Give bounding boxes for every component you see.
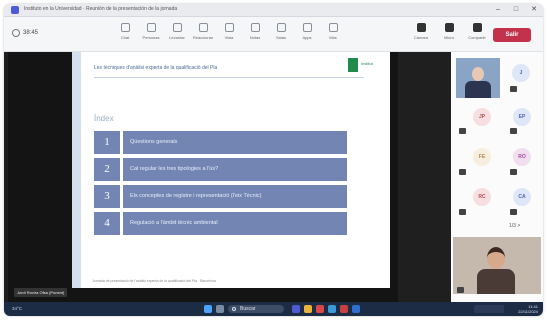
mail-icon[interactable] (316, 305, 324, 313)
rooms-icon (276, 23, 286, 32)
more-icon (328, 23, 338, 32)
teams-app-icon[interactable] (292, 305, 300, 313)
mic-off-icon (510, 86, 517, 92)
word-icon[interactable] (352, 305, 360, 313)
mic-off-icon (510, 209, 517, 215)
app-window: Instituto en la Universidad · Reunión de… (4, 4, 543, 316)
slide-footer: Jornada de presentació de l'anàlisi expe… (92, 279, 216, 283)
toc-number: 1 (94, 131, 120, 154)
toolbar-raise-hand-button[interactable]: Levantar (166, 23, 188, 47)
toc-label: Qüestions generals (123, 131, 347, 154)
taskbar-search[interactable]: Buscar (228, 305, 284, 313)
toc-number: 4 (94, 212, 120, 235)
camera-icon (416, 23, 426, 32)
participants-pager[interactable]: 1/3 > (509, 223, 520, 229)
toc-number: 2 (94, 158, 120, 181)
toolbar-chat-button[interactable]: Chat (114, 23, 136, 47)
mic-off-icon (459, 169, 466, 175)
mic-icon (444, 23, 454, 32)
presentation-slide: Les tècniques d'anàlisi experta de la qu… (72, 52, 390, 288)
taskbar-clock[interactable]: 11:41 22/11/2024 (512, 304, 538, 314)
start-icon[interactable] (204, 305, 212, 313)
window-title: Instituto en la Universidad · Reunión de… (24, 6, 178, 12)
self-video-tile[interactable] (453, 237, 541, 294)
mic-off-icon (510, 128, 517, 134)
institution-logo-icon (348, 58, 358, 72)
apps-icon (302, 23, 312, 32)
participant-avatar[interactable]: RO (513, 148, 531, 166)
task-view-icon[interactable] (216, 305, 224, 313)
minimize-button[interactable]: – (489, 4, 507, 16)
toolbar-react-button[interactable]: Reaccionar (192, 23, 214, 47)
toolbar-more-button[interactable]: Más (322, 23, 344, 47)
camera-button[interactable]: Cámara (410, 23, 432, 47)
participant-video-tile[interactable] (456, 58, 500, 98)
meeting-toolbar: 38:45 Chat Personas Levantar Reaccionar … (4, 17, 543, 52)
presenter-name-tag: Jordi Rovira Ofsa (Ponent) (14, 288, 68, 297)
chat-icon (120, 23, 130, 32)
participant-avatar[interactable]: JP (473, 108, 491, 126)
title-bar: Instituto en la Universidad · Reunión de… (4, 4, 543, 17)
person-body (465, 81, 491, 98)
person-head (487, 247, 505, 269)
toolbar-notes-button[interactable]: Notas (244, 23, 266, 47)
react-icon (198, 23, 208, 32)
toolbar-people-button[interactable]: Personas (140, 23, 162, 47)
raise-hand-icon (172, 23, 182, 32)
participants-panel: J JP EP FE RO RC CA 1/3 > (451, 52, 543, 302)
toolbar-view-button[interactable]: Vista (218, 23, 240, 47)
pdf-icon[interactable] (340, 305, 348, 313)
mic-button[interactable]: Micro (438, 23, 460, 47)
toc-label: Els conceptes de registre i representaci… (123, 185, 347, 208)
meeting-stage: Les tècniques d'anàlisi experta de la qu… (4, 52, 543, 302)
teams-logo-icon (11, 6, 19, 14)
person-head (472, 67, 484, 81)
participant-avatar[interactable]: RC (473, 188, 491, 206)
mic-off-icon (459, 209, 466, 215)
participant-avatar[interactable]: J (512, 64, 530, 82)
share-icon (472, 23, 482, 32)
mic-off-icon (459, 128, 466, 134)
meeting-timer: 38:45 (23, 30, 39, 36)
slide-title: Índex (94, 114, 114, 123)
toolbar-rooms-button[interactable]: Salas (270, 23, 292, 47)
close-window-button[interactable]: ✕ (525, 4, 543, 16)
weather-widget[interactable]: 34°C (12, 306, 22, 311)
slide-side-band (72, 52, 81, 288)
toolbar-apps-button[interactable]: Apps (296, 23, 318, 47)
participant-avatar[interactable]: EP (513, 108, 531, 126)
person-body (477, 269, 515, 294)
slide-header: Les tècniques d'anàlisi experta de la qu… (94, 65, 218, 71)
view-icon (224, 23, 234, 32)
mic-off-icon (510, 169, 517, 175)
shared-screen: Les tècniques d'anàlisi experta de la qu… (8, 52, 398, 302)
toc-label: Regulació a l'àmbit tècnic ambiental (123, 212, 347, 235)
maximize-button[interactable]: □ (507, 4, 525, 16)
folder-icon[interactable] (304, 305, 312, 313)
system-tray-icon[interactable] (474, 305, 504, 313)
participant-avatar[interactable]: FE (473, 148, 491, 166)
people-icon (146, 23, 156, 32)
participant-avatar[interactable]: CA (513, 188, 531, 206)
slide-divider (94, 77, 364, 78)
leave-button[interactable]: Salir (493, 28, 531, 42)
mic-off-icon (457, 287, 464, 293)
timer-icon (12, 29, 20, 37)
browser-icon[interactable] (328, 305, 336, 313)
search-icon (232, 307, 236, 311)
toc-number: 3 (94, 185, 120, 208)
logo-text: Institut (361, 61, 373, 66)
notes-icon (250, 23, 260, 32)
share-button[interactable]: Compartir (466, 23, 488, 47)
toc-label: Cal regular les tres tipologies a l'ús? (123, 158, 347, 181)
windows-taskbar: 34°C Buscar 11:41 22/11/2024 (4, 302, 543, 316)
